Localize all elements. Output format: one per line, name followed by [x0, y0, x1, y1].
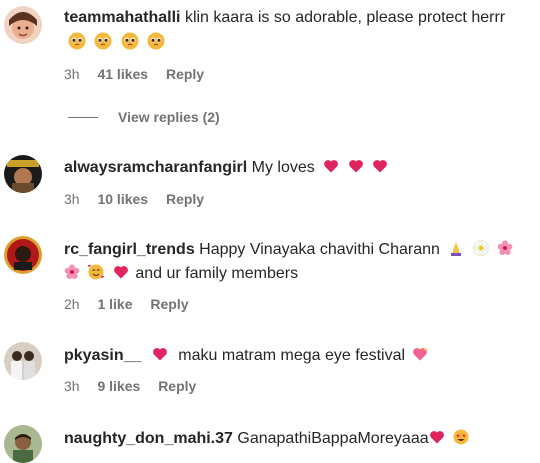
comment-likes[interactable]: 9 likes [97, 378, 140, 394]
comment-time: 2h [64, 296, 80, 312]
folded-hands-emoji [448, 240, 464, 256]
red-heart-emoji [429, 429, 445, 445]
comment-body: naughty_don_mahi.37 GanapathiBappaMoreya… [64, 427, 540, 451]
comment-body: pkyasin__ maku matram mega eye festival [64, 344, 540, 368]
comment-username[interactable]: naughty_don_mahi.37 [64, 430, 233, 447]
pleading-face-emoji [121, 32, 139, 50]
replies-divider [68, 116, 98, 118]
comment-body: rc_fangirl_trends Happy Vinayaka chavith… [64, 238, 540, 262]
comment-time: 3h [64, 191, 80, 207]
comment-text: My loves [251, 159, 315, 176]
comment-username[interactable]: rc_fangirl_trends [64, 241, 195, 258]
red-heart-emoji [113, 264, 129, 280]
comment-meta: 2h 1 like Reply [64, 295, 203, 313]
comment-body-line2: and ur family members [64, 262, 540, 286]
comment-username[interactable]: teammahathalli [64, 9, 180, 26]
red-heart-emoji [348, 158, 364, 174]
red-heart-emoji [372, 158, 388, 174]
avatar[interactable] [4, 342, 42, 380]
reply-button[interactable]: Reply [166, 191, 204, 207]
pleading-face-emoji [147, 32, 165, 50]
comment-likes[interactable]: 1 like [97, 296, 132, 312]
comment-text: GanapathiBappaMoreyaaa [237, 430, 429, 447]
comment-username[interactable]: pkyasin__ [64, 347, 141, 364]
comment-text: and ur family members [135, 265, 299, 282]
comment-body: alwaysramcharanfangirl My loves [64, 156, 540, 180]
comment-meta: 3h 9 likes Reply [64, 377, 210, 395]
smiling-face-with-hearts-emoji [88, 264, 105, 280]
reply-button[interactable]: Reply [158, 378, 196, 394]
avatar[interactable] [4, 155, 42, 193]
avatar[interactable] [4, 6, 42, 44]
comment-time: 3h [64, 66, 80, 82]
view-replies-label: View replies (2) [118, 109, 220, 125]
cherry-blossom-emoji [497, 240, 513, 256]
view-replies-button[interactable]: View replies (2) [68, 108, 220, 126]
reply-button[interactable]: Reply [150, 296, 188, 312]
comment-emoji-line [66, 32, 540, 56]
comment-text: Happy Vinayaka chavithi Charann [199, 241, 440, 258]
star-struck-emoji [453, 429, 469, 445]
comment-body: teammahathalli klin kaara is so adorable… [64, 6, 540, 30]
avatar[interactable] [4, 236, 42, 274]
red-heart-emoji [323, 158, 339, 174]
white-flower-emoji [473, 240, 489, 256]
pleading-face-emoji [94, 32, 112, 50]
red-heart-emoji [152, 346, 168, 362]
comment-text: klin kaara is so adorable, please protec… [184, 9, 506, 26]
comment-meta: 3h 10 likes Reply [64, 190, 218, 208]
comment-text: maku matram mega eye festival [178, 347, 406, 364]
comment-likes[interactable]: 41 likes [97, 66, 148, 82]
sparkling-heart-emoji [412, 346, 428, 362]
avatar[interactable] [4, 425, 42, 463]
comment-username[interactable]: alwaysramcharanfangirl [64, 159, 247, 176]
comment-likes[interactable]: 10 likes [97, 191, 148, 207]
comment-time: 3h [64, 378, 80, 394]
comment-meta: 3h 41 likes Reply [64, 65, 218, 83]
cherry-blossom-emoji [64, 264, 80, 280]
reply-button[interactable]: Reply [166, 66, 204, 82]
pleading-face-emoji [68, 32, 86, 50]
